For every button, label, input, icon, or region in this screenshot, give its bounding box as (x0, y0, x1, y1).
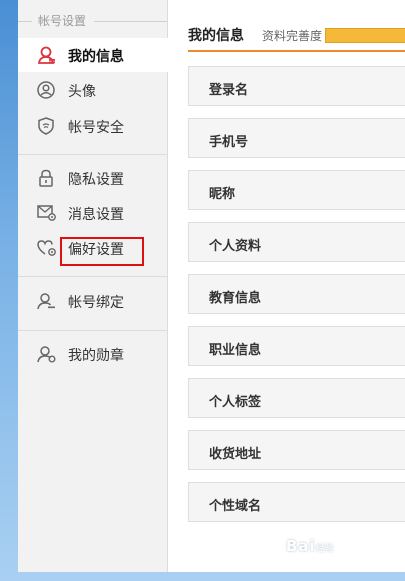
main-content: 我的信息 资料完善度 登录名 手机号 昵称 个人资料 教育信息 职业信息 个人标… (168, 0, 405, 572)
sidebar-item-label: 我的勋章 (68, 348, 124, 364)
info-row-tags[interactable]: 个人标签 (188, 378, 405, 418)
info-row-education[interactable]: 教育信息 (188, 274, 405, 314)
row-label: 收货地址 (209, 447, 262, 462)
info-row-login-name[interactable]: 登录名 (188, 66, 405, 106)
row-label: 教育信息 (209, 291, 262, 306)
watermark-suffix: 经验 (315, 544, 334, 554)
watermark-text: Bai (286, 537, 316, 555)
row-label: 个人资料 (209, 239, 262, 254)
info-row-career[interactable]: 职业信息 (188, 326, 405, 366)
row-label: 登录名 (209, 83, 249, 98)
info-row-nickname[interactable]: 昵称 (188, 170, 405, 210)
info-row-custom-domain[interactable]: 个性域名 (188, 482, 405, 522)
divider (18, 330, 167, 331)
medal-user-icon (37, 346, 56, 363)
sidebar: 帐号设置 我的信息 头像 帐号安全 隐私设置 消息设置 偏好设置 帐号绑定 我的… (18, 0, 168, 572)
info-row-shipping-address[interactable]: 收货地址 (188, 430, 405, 470)
row-label: 职业信息 (209, 343, 262, 358)
sidebar-item-label: 我的信息 (68, 49, 124, 65)
info-row-phone[interactable]: 手机号 (188, 118, 405, 158)
sidebar-item-account-binding[interactable]: 帐号绑定 (18, 284, 167, 318)
completeness-label: 资料完善度 (262, 29, 323, 43)
divider (18, 154, 167, 155)
sidebar-item-label: 帐号绑定 (68, 295, 124, 311)
sidebar-item-avatar[interactable]: 头像 (18, 73, 167, 107)
sidebar-item-label: 帐号安全 (68, 120, 124, 136)
row-label: 昵称 (209, 187, 236, 202)
sidebar-item-message[interactable]: 消息设置 (18, 196, 167, 230)
title-underline (188, 50, 405, 52)
sidebar-section-title: 帐号设置 (38, 14, 87, 28)
info-row-personal-data[interactable]: 个人资料 (188, 222, 405, 262)
row-label: 个性域名 (209, 499, 262, 514)
user-icon (37, 46, 55, 64)
sidebar-item-label: 消息设置 (68, 207, 124, 223)
divider (94, 21, 167, 22)
highlight-box (60, 237, 144, 266)
row-label: 个人标签 (209, 395, 262, 410)
divider (18, 276, 167, 277)
completeness-progress-bar (325, 28, 405, 43)
mail-gear-icon (37, 205, 56, 221)
divider (18, 21, 32, 22)
sidebar-item-my-info[interactable]: 我的信息 (18, 38, 168, 72)
settings-page: 帐号设置 我的信息 头像 帐号安全 隐私设置 消息设置 偏好设置 帐号绑定 我的… (18, 0, 405, 572)
heart-gear-icon (37, 240, 56, 256)
page-title: 我的信息 (188, 28, 244, 44)
sidebar-item-account-security[interactable]: 帐号安全 (18, 109, 167, 143)
avatar-icon (37, 81, 55, 99)
sidebar-item-my-medals[interactable]: 我的勋章 (18, 337, 167, 371)
row-label: 手机号 (209, 135, 249, 150)
sidebar-item-label: 头像 (68, 84, 96, 100)
sidebar-item-label: 隐私设置 (68, 172, 124, 188)
shield-icon (38, 117, 54, 135)
lock-icon (39, 169, 53, 187)
watermark-logo: Bai经验 (286, 537, 334, 555)
user-link-icon (37, 293, 55, 310)
sidebar-item-privacy[interactable]: 隐私设置 (18, 161, 167, 195)
